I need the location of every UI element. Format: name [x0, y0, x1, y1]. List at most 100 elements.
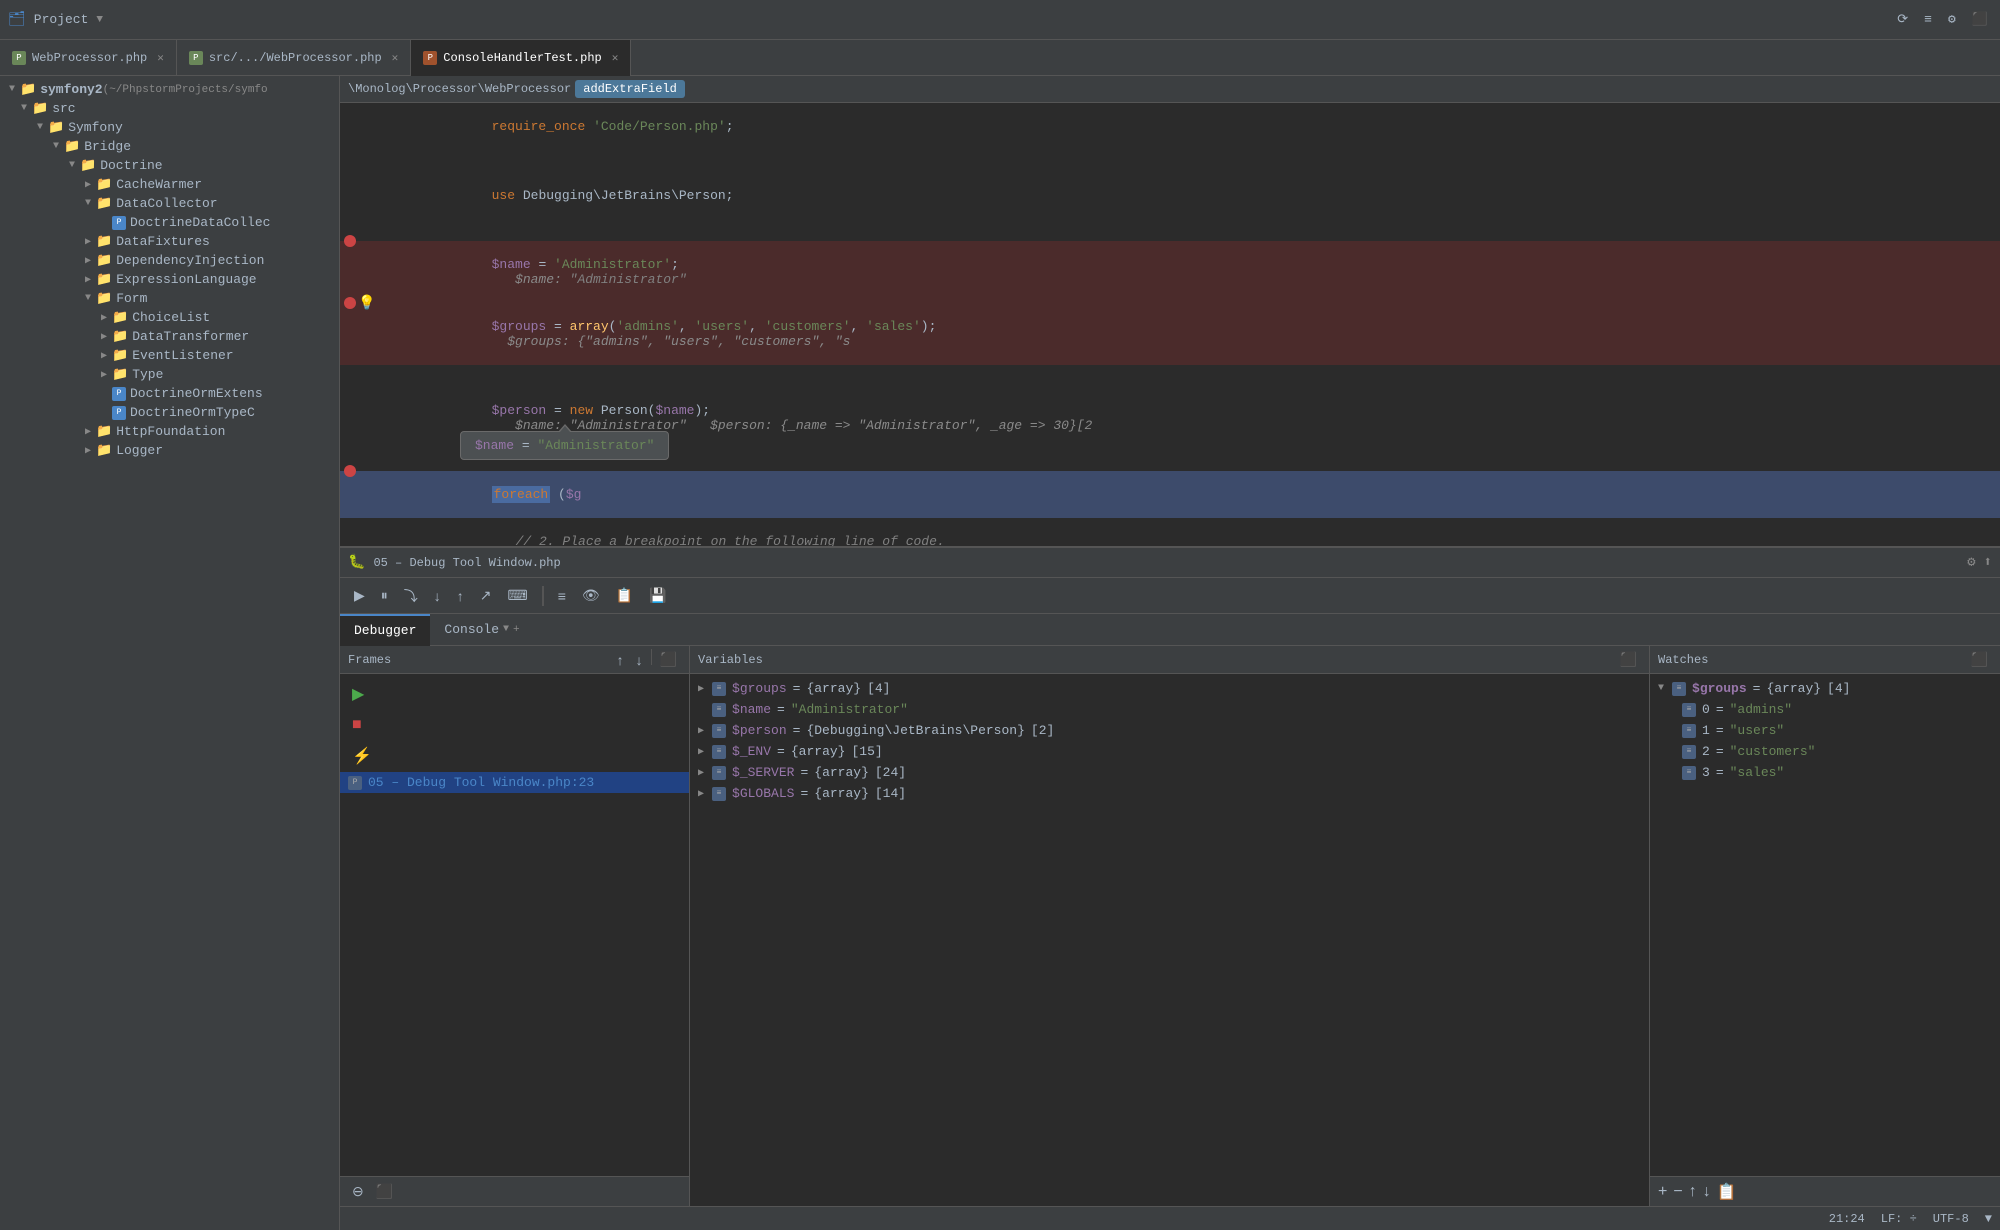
tree-item-eventlistener[interactable]: ▶ 📁 EventListener: [0, 346, 339, 365]
tab-close-3[interactable]: ✕: [612, 51, 619, 65]
tooltip-val: "Administrator": [537, 438, 654, 453]
var-expand-server[interactable]: ▶: [698, 767, 704, 779]
tree-root[interactable]: ▼ 📁 symfony2 (~/PhpstormProjects/symfo: [0, 80, 339, 99]
var-count-groups: [4]: [867, 681, 890, 696]
tree-item-dependencyinjection[interactable]: ▶ 📁 DependencyInjection: [0, 251, 339, 270]
watches-copy-btn[interactable]: 📋: [1717, 1182, 1737, 1202]
debug-tab-debugger-label: Debugger: [354, 623, 416, 638]
frames-bottom-btn2[interactable]: ⬛: [372, 1181, 397, 1202]
var-item-name[interactable]: ▶ ≡ $name = "Administrator": [690, 699, 1649, 720]
debug-settings-icon[interactable]: ⚙: [1967, 554, 1975, 571]
toolbar-icon-4[interactable]: ⬛: [1968, 8, 1992, 31]
frames-bottom-btn1[interactable]: ⊖: [348, 1181, 368, 1202]
watches-down-btn[interactable]: ↓: [1703, 1183, 1711, 1201]
var-eq-globals: =: [800, 786, 808, 801]
tree-item-form[interactable]: ▼ 📁 Form: [0, 289, 339, 308]
project-label[interactable]: Project: [34, 12, 89, 27]
watch-child-0[interactable]: ≡ 0 = "admins": [1650, 699, 2000, 720]
code-line-6: 💡 $groups = array('admins', 'users', 'cu…: [340, 303, 2000, 365]
toolbar-icon-1[interactable]: ⟳: [1893, 8, 1912, 31]
frames-step-btn[interactable]: ⚡: [348, 744, 376, 768]
debug-frames-btn[interactable]: ≡: [552, 585, 572, 607]
frames-nav-down[interactable]: ↓: [632, 649, 647, 670]
debug-evaluate-btn[interactable]: ⌨: [502, 584, 534, 607]
tree-item-httpfoundation[interactable]: ▶ 📁 HttpFoundation: [0, 422, 339, 441]
top-bar: 🗂 Project ▼ ⟳ ≡ ⚙ ⬛: [0, 0, 2000, 40]
var-item-server[interactable]: ▶ ≡ $_SERVER = {array} [24]: [690, 762, 1649, 783]
tree-item-doctrineormtypec[interactable]: P DoctrineOrmTypeC: [0, 403, 339, 422]
watches-up-btn[interactable]: ↑: [1689, 1183, 1697, 1201]
tree-label-symfony: Symfony: [68, 120, 123, 135]
watch-expand-groups[interactable]: ▼: [1658, 683, 1664, 694]
var-expand-person[interactable]: ▶: [698, 725, 704, 737]
tab-consolehandlertest[interactable]: P ConsoleHandlerTest.php ✕: [411, 40, 631, 76]
variables-expand-btn[interactable]: ⬛: [1616, 649, 1641, 670]
tree-label-datafixtures: DataFixtures: [116, 234, 210, 249]
var-expand-groups[interactable]: ▶: [698, 683, 704, 695]
tree-item-datatransformer[interactable]: ▶ 📁 DataTransformer: [0, 327, 339, 346]
project-dropdown-icon[interactable]: ▼: [96, 14, 103, 26]
var-item-groups[interactable]: ▶ ≡ $groups = {array} [4]: [690, 678, 1649, 699]
watch-item-groups[interactable]: ▼ ≡ $groups = {array} [4]: [1650, 678, 2000, 699]
tab-close-1[interactable]: ✕: [157, 51, 164, 65]
var-expand-name[interactable]: ▶: [698, 704, 704, 716]
tab-webprocessor[interactable]: P WebProcessor.php ✕: [0, 40, 177, 76]
debug-stepover-btn[interactable]: ⤵: [398, 583, 424, 609]
watches-remove-btn[interactable]: −: [1673, 1183, 1682, 1201]
tree-item-choicelist[interactable]: ▶ 📁 ChoiceList: [0, 308, 339, 327]
debug-vars-btn[interactable]: 📋: [610, 584, 639, 607]
status-dropdown-icon[interactable]: ▼: [1985, 1212, 1992, 1226]
code-content[interactable]: require_once 'Code/Person.php'; use Debu…: [340, 103, 2000, 546]
breadcrumb-method[interactable]: addExtraField: [575, 80, 685, 98]
frames-item-main[interactable]: P 05 – Debug Tool Window.php:23: [340, 772, 689, 793]
debug-tab-console[interactable]: Console ▼ +: [430, 614, 533, 646]
frames-play-btn[interactable]: ▶: [348, 682, 368, 706]
tree-item-src[interactable]: ▼ 📁 src: [0, 99, 339, 118]
tree-item-type[interactable]: ▶ 📁 Type: [0, 365, 339, 384]
tab-webprocessor-src[interactable]: P src/.../WebProcessor.php ✕: [177, 40, 411, 76]
frames-expand[interactable]: ⬛: [656, 649, 681, 670]
breadcrumb-path[interactable]: \Monolog\Processor\WebProcessor: [348, 82, 571, 96]
var-expand-globals[interactable]: ▶: [698, 788, 704, 800]
var-expand-env[interactable]: ▶: [698, 746, 704, 758]
frames-stop-btn[interactable]: ■: [348, 714, 366, 736]
tab-close-2[interactable]: ✕: [392, 51, 399, 65]
tree-item-doctrineormextens[interactable]: P DoctrineOrmExtens: [0, 384, 339, 403]
tree-item-symfony[interactable]: ▼ 📁 Symfony: [0, 118, 339, 137]
debug-stepinto-btn[interactable]: ↓: [428, 585, 447, 607]
tree-item-doctrinedatacollec[interactable]: P DoctrineDataCollec: [0, 213, 339, 232]
var-icon-groups: ≡: [712, 682, 726, 696]
var-item-globals[interactable]: ▶ ≡ $GLOBALS = {array} [14]: [690, 783, 1649, 804]
debug-memory-btn[interactable]: 💾: [643, 584, 672, 607]
debug-pause-btn[interactable]: ⏸: [375, 584, 394, 607]
tree-item-datacollector[interactable]: ▼ 📁 DataCollector: [0, 194, 339, 213]
var-item-person[interactable]: ▶ ≡ $person = {Debugging\JetBrains\Perso…: [690, 720, 1649, 741]
tree-item-cachewarmer[interactable]: ▶ 📁 CacheWarmer: [0, 175, 339, 194]
tree-item-bridge[interactable]: ▼ 📁 Bridge: [0, 137, 339, 156]
debug-resume-btn[interactable]: ▶: [348, 584, 371, 607]
breakpoint-6: [344, 297, 356, 309]
watches-add-btn[interactable]: +: [1658, 1183, 1667, 1201]
file-icon-doctrineormextens: P: [112, 387, 126, 401]
console-dropdown-icon[interactable]: ▼: [503, 624, 509, 635]
watches-expand-btn[interactable]: ⬛: [1967, 649, 1992, 670]
debug-maximize-icon[interactable]: ⬆: [1984, 554, 1992, 571]
tree-item-logger[interactable]: ▶ 📁 Logger: [0, 441, 339, 460]
debug-runcursor-btn[interactable]: ↗: [474, 584, 498, 607]
frames-nav-up[interactable]: ↑: [613, 649, 628, 670]
console-add-icon[interactable]: +: [513, 624, 520, 636]
tree-item-datafixtures[interactable]: ▶ 📁 DataFixtures: [0, 232, 339, 251]
tree-item-doctrine[interactable]: ▼ 📁 Doctrine: [0, 156, 339, 175]
debug-tab-debugger[interactable]: Debugger: [340, 614, 430, 646]
debug-watches-btn[interactable]: 👁: [576, 584, 606, 607]
var-item-env[interactable]: ▶ ≡ $_ENV = {array} [15]: [690, 741, 1649, 762]
tree-item-expressionlanguage[interactable]: ▶ 📁 ExpressionLanguage: [0, 270, 339, 289]
watch-child-3[interactable]: ≡ 3 = "sales": [1650, 762, 2000, 783]
toolbar-icon-2[interactable]: ≡: [1920, 8, 1936, 31]
tooltip-eq: =: [522, 438, 538, 453]
toolbar-icon-3[interactable]: ⚙: [1944, 8, 1960, 31]
watch-child-1[interactable]: ≡ 1 = "users": [1650, 720, 2000, 741]
tab-icon-3: P: [423, 51, 437, 65]
watch-child-2[interactable]: ≡ 2 = "customers": [1650, 741, 2000, 762]
debug-stepout-btn[interactable]: ↑: [451, 585, 470, 607]
